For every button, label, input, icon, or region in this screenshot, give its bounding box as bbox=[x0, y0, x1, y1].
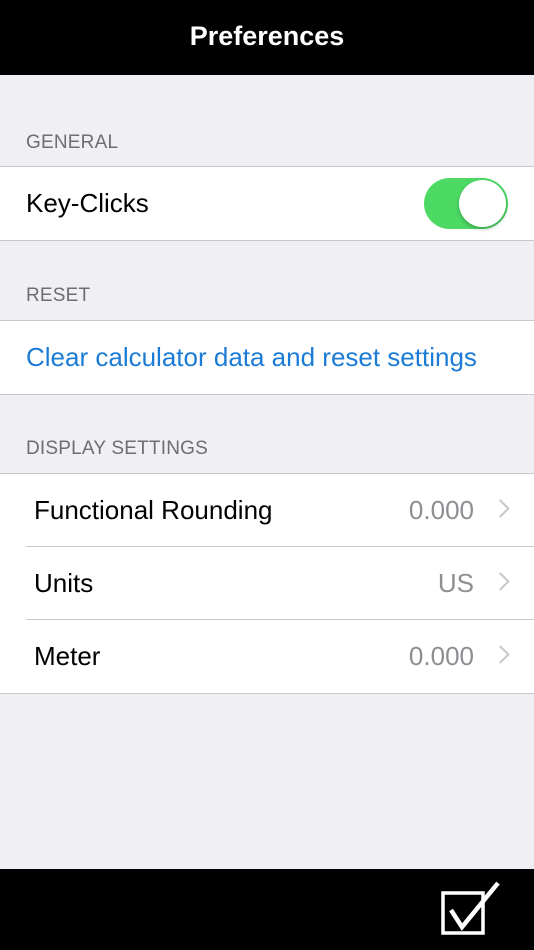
navigation-bar: Preferences bbox=[0, 0, 534, 75]
units-label: Units bbox=[34, 568, 94, 598]
chevron-right-icon bbox=[491, 645, 510, 664]
chevron-right-icon bbox=[491, 499, 510, 518]
units-value: US bbox=[437, 568, 474, 598]
functional-rounding-value: 0.000 bbox=[408, 495, 474, 525]
functional-rounding-label: Functional Rounding bbox=[34, 495, 273, 525]
row-units[interactable]: Units US bbox=[0, 547, 534, 620]
page-title: Preferences bbox=[189, 21, 345, 51]
meter-label: Meter bbox=[34, 641, 101, 671]
group-display-settings: Functional Rounding 0.000 Units US Meter… bbox=[0, 473, 534, 694]
section-header-general: GENERAL bbox=[26, 132, 119, 153]
section-header-display-settings: DISPLAY SETTINGS bbox=[26, 438, 208, 459]
toggle-knob bbox=[459, 180, 506, 227]
row-key-clicks: Key-Clicks bbox=[0, 167, 534, 240]
row-functional-rounding[interactable]: Functional Rounding 0.000 bbox=[0, 474, 534, 547]
key-clicks-toggle[interactable] bbox=[424, 178, 508, 229]
group-general: Key-Clicks bbox=[0, 166, 534, 241]
checkbox-check-icon[interactable] bbox=[440, 880, 502, 936]
meter-value: 0.000 bbox=[408, 641, 474, 671]
row-meter[interactable]: Meter 0.000 bbox=[0, 620, 534, 693]
row-clear-data[interactable]: Clear calculator data and reset settings bbox=[0, 321, 534, 394]
clear-data-button[interactable]: Clear calculator data and reset settings bbox=[26, 342, 504, 373]
chevron-right-icon bbox=[491, 572, 510, 591]
group-reset: Clear calculator data and reset settings bbox=[0, 320, 534, 395]
key-clicks-label: Key-Clicks bbox=[26, 188, 149, 218]
section-header-reset: RESET bbox=[26, 285, 91, 306]
preferences-list[interactable]: GENERAL Key-Clicks RESET Clear calculato… bbox=[0, 75, 534, 869]
bottom-toolbar bbox=[0, 869, 534, 950]
